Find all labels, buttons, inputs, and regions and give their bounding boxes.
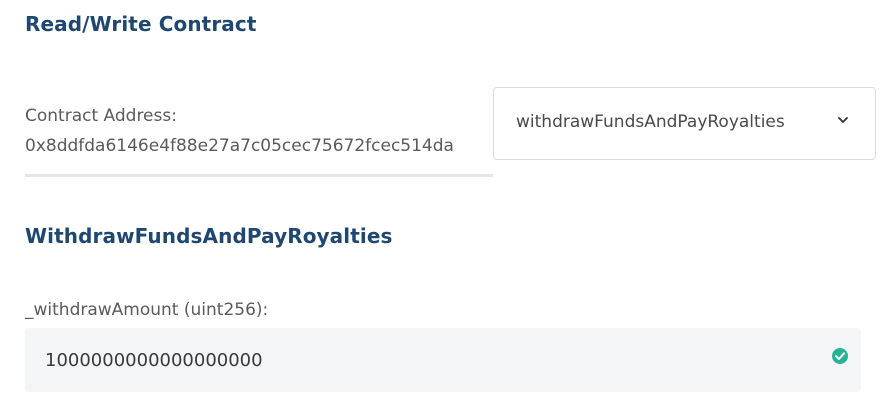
withdraw-amount-label: _withdrawAmount (uint256): [25, 300, 269, 320]
withdraw-amount-field [25, 328, 861, 392]
chevron-down-icon [838, 117, 848, 123]
function-title: WithdrawFundsAndPayRoyalties [25, 224, 393, 248]
contract-address-value: 0x8ddfda6146e4f88e27a7c05cec75672fcec514… [25, 136, 454, 156]
function-select-dropdown[interactable]: withdrawFundsAndPayRoyalties [493, 87, 876, 160]
withdraw-amount-input[interactable] [45, 328, 825, 392]
page-title: Read/Write Contract [25, 12, 257, 36]
contract-address-block: Contract Address: 0x8ddfda6146e4f88e27a7… [25, 104, 493, 177]
check-circle-icon [832, 348, 848, 364]
contract-address-label: Contract Address: [25, 106, 177, 126]
function-select-value: withdrawFundsAndPayRoyalties [516, 112, 785, 132]
